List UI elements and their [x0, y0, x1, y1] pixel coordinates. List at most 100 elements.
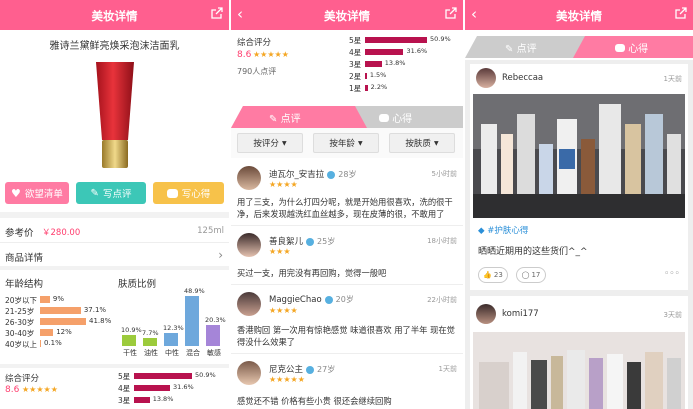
share-icon[interactable] — [675, 7, 687, 19]
note-icon — [166, 188, 178, 198]
review-text: 感觉还不错 价格有些小贵 很还会继续回购 — [237, 396, 392, 406]
reviewer-name[interactable]: MaggieChao — [269, 295, 322, 305]
caret-down-icon: ▼ — [281, 139, 287, 147]
star-level-value: 50.9% — [195, 371, 216, 379]
wishlist-button[interactable]: ♥ 欲望清单 — [5, 182, 69, 204]
star-level-label: 4星 — [118, 384, 131, 393]
tab-review[interactable]: ✎ 点评 — [505, 40, 537, 55]
rating-stars: ★★★★★ — [253, 50, 289, 59]
score: 8.6 — [237, 50, 252, 60]
note-title: 晒晒近期用的这些货们^_^ — [478, 247, 588, 257]
avatar[interactable] — [237, 166, 261, 190]
price-label: 参考价 — [5, 228, 34, 239]
star-level-bar — [365, 61, 382, 67]
write-review-button[interactable]: ✎ 写点评 — [76, 182, 146, 204]
skin-bar — [122, 334, 136, 346]
header-title: 美妆详情 — [556, 9, 602, 23]
reviewer-age: 28岁 — [338, 170, 357, 179]
note-card[interactable]: Rebeccaa 1天前 ◆ #护肤心得 晒晒近期用的这些货们^_^ 👍 23 ◯… — [470, 64, 688, 290]
star-level-value: 31.6% — [173, 383, 194, 391]
write-note-button[interactable]: 写心得 — [153, 182, 224, 204]
skin-value: 12.3% — [163, 324, 184, 333]
review-time: 1天前 — [438, 365, 457, 373]
star-level-label: 2星 — [349, 72, 362, 81]
age-bar — [40, 329, 54, 336]
review-item[interactable]: MaggieChao 20岁 22小时前 ★★★★ 香港购回 第一次用有惊艳感觉 … — [231, 286, 463, 354]
product-detail-link[interactable]: 商品详情 › — [0, 248, 229, 264]
rating-stars: ★★★★★ — [22, 385, 58, 394]
caret-down-icon: ▼ — [357, 139, 363, 147]
reviewer-name[interactable]: 善良絮儿 — [269, 237, 303, 247]
star-level-label: 3星 — [349, 60, 362, 69]
review-count: 790人点评 — [237, 67, 277, 76]
review-time: 5小时前 — [431, 170, 457, 178]
skin-label: 敏感 — [207, 349, 221, 357]
age-label: 40岁以上 — [5, 340, 38, 349]
filter-by-score[interactable]: 按评分 ▼ — [237, 133, 303, 153]
filter-by-skin[interactable]: 按肤质 ▼ — [389, 133, 455, 153]
skin-label: 干性 — [123, 349, 137, 357]
reviewer-age: 25岁 — [317, 237, 336, 246]
review-item[interactable]: 尼克公主 27岁 1天前 ★★★★★ 感觉还不错 价格有些小贵 很还会继续回购 — [231, 355, 463, 409]
avatar[interactable] — [237, 292, 261, 316]
notes-screen: ‹ 美妆详情 ✎ 点评 心得 Rebeccaa 1天前 ◆ #护肤心得 晒晒近期… — [465, 0, 693, 409]
age-value: 0.1% — [44, 339, 62, 347]
age-value: 9% — [52, 295, 64, 303]
avatar[interactable] — [237, 233, 261, 257]
divider — [0, 266, 229, 270]
divider — [0, 364, 229, 368]
age-bar — [40, 340, 41, 347]
verified-icon — [306, 237, 315, 246]
tab-note[interactable]: 心得 — [615, 40, 648, 55]
note-tag[interactable]: ◆ #护肤心得 — [478, 224, 528, 236]
star-level-bar — [134, 397, 150, 403]
star-level-label: 4星 — [349, 48, 362, 57]
star-level-value: 31.6% — [406, 47, 428, 55]
avatar[interactable] — [476, 68, 496, 88]
skin-bar — [185, 296, 199, 346]
comment-icon: ◯ — [521, 271, 530, 279]
product-image — [96, 62, 134, 168]
note-card[interactable]: komi177 3天前 — [470, 296, 688, 409]
avatar[interactable] — [476, 304, 496, 324]
review-item[interactable]: 善良絮儿 25岁 18小时前 ★★★ 买过一支，用完没有再回购，觉得一般吧 — [231, 227, 463, 285]
tab-bar — [231, 106, 463, 128]
pencil-icon: ✎ — [90, 187, 99, 199]
chevron-right-icon: › — [218, 248, 223, 262]
post-time: 1天前 — [663, 75, 682, 83]
age-label: 30-40岁 — [5, 329, 35, 338]
share-icon[interactable] — [211, 7, 223, 19]
review-stars: ★★★★★ — [269, 375, 305, 384]
tab-note[interactable]: 心得 — [379, 110, 412, 125]
divider — [0, 242, 229, 243]
skin-chart: 10.9% 干性 7.7% 油性 12.3% 中性 48.9% 混合 20.3% 敏感 — [118, 287, 229, 360]
review-time: 22小时前 — [427, 296, 457, 304]
age-chart: 20岁以下 9% 21-25岁 37.1% 26-30岁 41.8% 30-40岁 12% 40… — [0, 295, 115, 356]
review-item[interactable]: 迪瓦尔_安吉拉 28岁 5小时前 ★★★★ 用了三支，为什么打四分呢，就是开始用很… — [231, 160, 463, 226]
age-label: 21-25岁 — [5, 307, 35, 316]
review-text: 用了三支，为什么打四分呢，就是开始用很喜欢，洗的很干净，后来发现越洗红血丝越多，… — [237, 197, 453, 219]
post-photo[interactable] — [473, 94, 685, 218]
skin-value: 20.3% — [205, 316, 226, 325]
header: ‹ 美妆详情 — [465, 0, 693, 30]
reviewer-age: 27岁 — [317, 365, 336, 374]
author-name[interactable]: komi177 — [502, 309, 539, 319]
author-name[interactable]: Rebeccaa — [502, 73, 543, 83]
tag-icon: ◆ — [478, 226, 485, 236]
reviewer-name[interactable]: 尼克公主 — [269, 365, 303, 375]
review-stars: ★★★★ — [269, 180, 298, 189]
more-options-icon[interactable]: ◦◦◦ — [664, 269, 680, 279]
like-button[interactable]: 👍 23 — [478, 267, 508, 283]
share-icon[interactable] — [445, 7, 457, 19]
divider — [0, 212, 229, 218]
comment-button[interactable]: ◯ 17 — [516, 267, 546, 283]
filter-by-age[interactable]: 按年龄 ▼ — [313, 133, 379, 153]
skin-label: 混合 — [186, 349, 200, 357]
avatar[interactable] — [237, 361, 261, 385]
post-photo[interactable] — [473, 332, 685, 409]
header: 美妆详情 — [0, 0, 229, 30]
tab-review[interactable]: ✎ 点评 — [269, 110, 301, 125]
reviewer-name[interactable]: 迪瓦尔_安吉拉 — [269, 170, 324, 180]
pencil-icon: ✎ — [269, 114, 278, 125]
price-row: 参考价 ￥280.00 125ml — [0, 225, 229, 239]
